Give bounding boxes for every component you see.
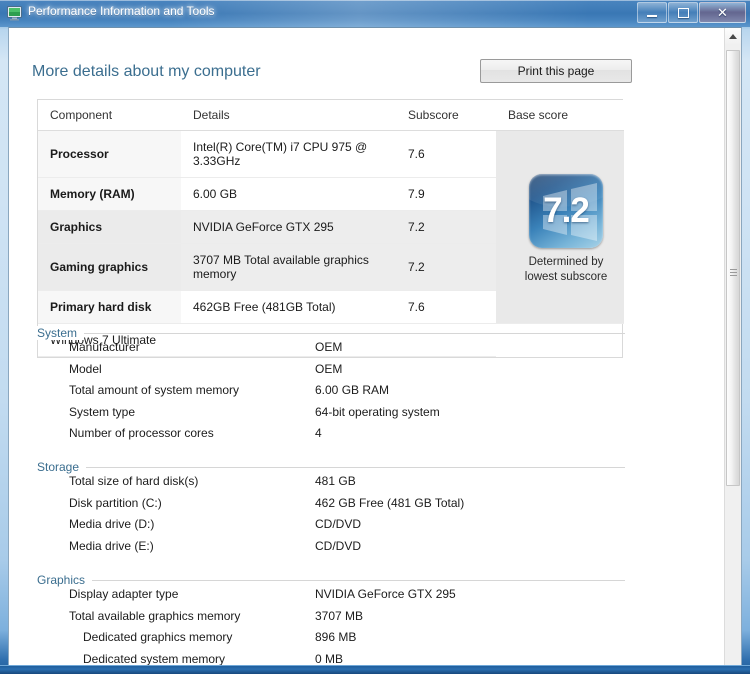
section-divider	[37, 333, 625, 334]
vertical-scrollbar[interactable]	[724, 28, 741, 665]
detail-label: Total size of hard disk(s)	[69, 474, 199, 488]
detail-row: Total amount of system memory 6.00 GB RAM	[37, 383, 625, 405]
minimize-icon	[647, 14, 657, 17]
maximize-button[interactable]	[668, 2, 698, 23]
window-title: Performance Information and Tools	[28, 4, 215, 18]
window-frame: Performance Information and Tools ✕ More…	[0, 0, 750, 674]
detail-row: Total available graphics memory 3707 MB	[37, 609, 625, 631]
section-divider	[37, 580, 625, 581]
taskbar-sliver	[0, 665, 750, 674]
detail-row: System type 64-bit operating system	[37, 405, 625, 427]
caption-button-group: ✕	[637, 2, 746, 23]
print-this-page-button[interactable]: Print this page	[480, 59, 632, 83]
scrollbar-grip-icon	[730, 269, 737, 276]
detail-label: System type	[69, 404, 136, 419]
chevron-up-icon	[729, 34, 737, 39]
close-button[interactable]: ✕	[699, 2, 746, 23]
section-divider	[37, 467, 625, 468]
detail-value: OEM	[315, 340, 343, 354]
computer-monitor-icon	[7, 6, 23, 21]
detail-label: Media drive (E:)	[69, 538, 154, 553]
section-header: Storage	[37, 458, 625, 474]
scroll-up-arrow[interactable]	[725, 28, 741, 45]
detail-value: OEM	[315, 361, 343, 376]
cell-subscore: 7.6	[396, 290, 496, 324]
cell-subscore: 7.9	[396, 177, 496, 211]
detail-row: Disk partition (C:) 462 GB Free (481 GB T…	[37, 496, 625, 518]
cell-component: Processor	[38, 130, 181, 178]
detail-label: Total amount of system memory	[69, 383, 240, 397]
detail-section: Graphics Display adapter type NVIDIA GeFor…	[37, 571, 625, 665]
cell-details: NVIDIA GeForce GTX 295	[181, 210, 396, 244]
base-score-cell: 7.2 Determined by lowest subscore	[496, 130, 624, 324]
column-header-component: Component	[38, 100, 181, 131]
detail-row: Display adapter type NVIDIA GeForce GTX 2…	[37, 587, 625, 609]
section-header: System	[37, 324, 625, 340]
cell-component: Graphics	[38, 210, 181, 244]
detail-label: Total available graphics memory	[69, 608, 241, 623]
detail-value: CD/DVD	[315, 517, 362, 531]
cell-component: Gaming graphics	[38, 243, 181, 291]
detail-value: 0 MB	[315, 651, 344, 666]
page-title: More details about my computer	[32, 63, 261, 80]
detail-section: Storage Total size of hard disk(s) 481 GB D…	[37, 458, 625, 560]
detail-row: Dedicated graphics memory 896 MB	[37, 630, 625, 652]
cell-component: Memory (RAM)	[38, 177, 181, 211]
title-bar[interactable]: Performance Information and Tools ✕	[0, 0, 750, 27]
detail-label: Disk partition (C:)	[69, 495, 162, 510]
detail-label: Model	[69, 361, 102, 376]
cell-component: Primary hard disk	[38, 290, 181, 324]
detail-label: Media drive (D:)	[69, 517, 155, 531]
table-header-row: Component Details Subscore Base score	[38, 100, 624, 131]
detail-row: Media drive (D:) CD/DVD	[37, 517, 625, 539]
maximize-icon	[677, 7, 689, 18]
cell-subscore: 7.6	[396, 130, 496, 178]
detail-value: 481 GB	[315, 474, 356, 488]
detail-value: 6.00 GB RAM	[315, 383, 390, 397]
minimize-button[interactable]	[637, 2, 667, 23]
cell-details: 6.00 GB	[181, 177, 396, 211]
column-header-base-score: Base score	[496, 100, 624, 131]
detail-value: NVIDIA GeForce GTX 295	[315, 587, 456, 601]
cell-details: 3707 MB Total available graphics memory	[181, 243, 396, 291]
detail-value: 896 MB	[315, 630, 357, 644]
base-score-badge: 7.2	[529, 174, 603, 248]
detail-value: 64-bit operating system	[315, 404, 440, 419]
cell-subscore: 7.2	[396, 243, 496, 291]
detail-value: 3707 MB	[315, 608, 364, 623]
scrollbar-thumb[interactable]	[726, 50, 740, 486]
detail-label: Number of processor cores	[69, 426, 214, 440]
column-header-subscore: Subscore	[396, 100, 496, 131]
detail-label: Display adapter type	[69, 587, 179, 601]
content-pane: More details about my computer Print thi…	[9, 28, 725, 665]
column-header-details: Details	[181, 100, 396, 131]
detail-row: Media drive (E:) CD/DVD	[37, 539, 625, 561]
base-score-caption: Determined by lowest subscore	[524, 256, 608, 283]
client-area: More details about my computer Print thi…	[8, 27, 742, 666]
section-title: Storage	[37, 460, 87, 474]
section-title: Graphics	[37, 573, 93, 587]
detail-row: Dedicated system memory 0 MB	[37, 652, 625, 666]
detail-row: Manufacturer OEM	[37, 340, 625, 362]
table-row: Processor Intel(R) Core(TM) i7 CPU 975 @ …	[38, 130, 624, 324]
detail-label: Dedicated graphics memory	[83, 630, 233, 644]
detail-value: 4	[315, 426, 322, 440]
detail-section: System Manufacturer OEM Model OEM Total amoun…	[37, 324, 625, 448]
title-bar-highlight	[170, 0, 590, 27]
cell-details: Intel(R) Core(TM) i7 CPU 975 @ 3.33GHz	[181, 130, 396, 178]
performance-score-table: Component Details Subscore Base score Pr…	[37, 99, 624, 358]
detail-value: CD/DVD	[315, 538, 362, 553]
cell-subscore: 7.2	[396, 210, 496, 244]
detail-label: Dedicated system memory	[83, 651, 226, 666]
cell-details: 462GB Free (481GB Total)	[181, 290, 396, 324]
base-score-value: 7.2	[543, 191, 590, 230]
detail-value: 462 GB Free (481 GB Total)	[315, 495, 465, 510]
section-title: System	[37, 326, 85, 340]
close-icon: ✕	[717, 5, 728, 20]
detail-row: Model OEM	[37, 362, 625, 384]
detail-row: Number of processor cores 4	[37, 426, 625, 448]
detail-row: Total size of hard disk(s) 481 GB	[37, 474, 625, 496]
detail-label: Manufacturer	[69, 340, 140, 354]
section-header: Graphics	[37, 571, 625, 587]
